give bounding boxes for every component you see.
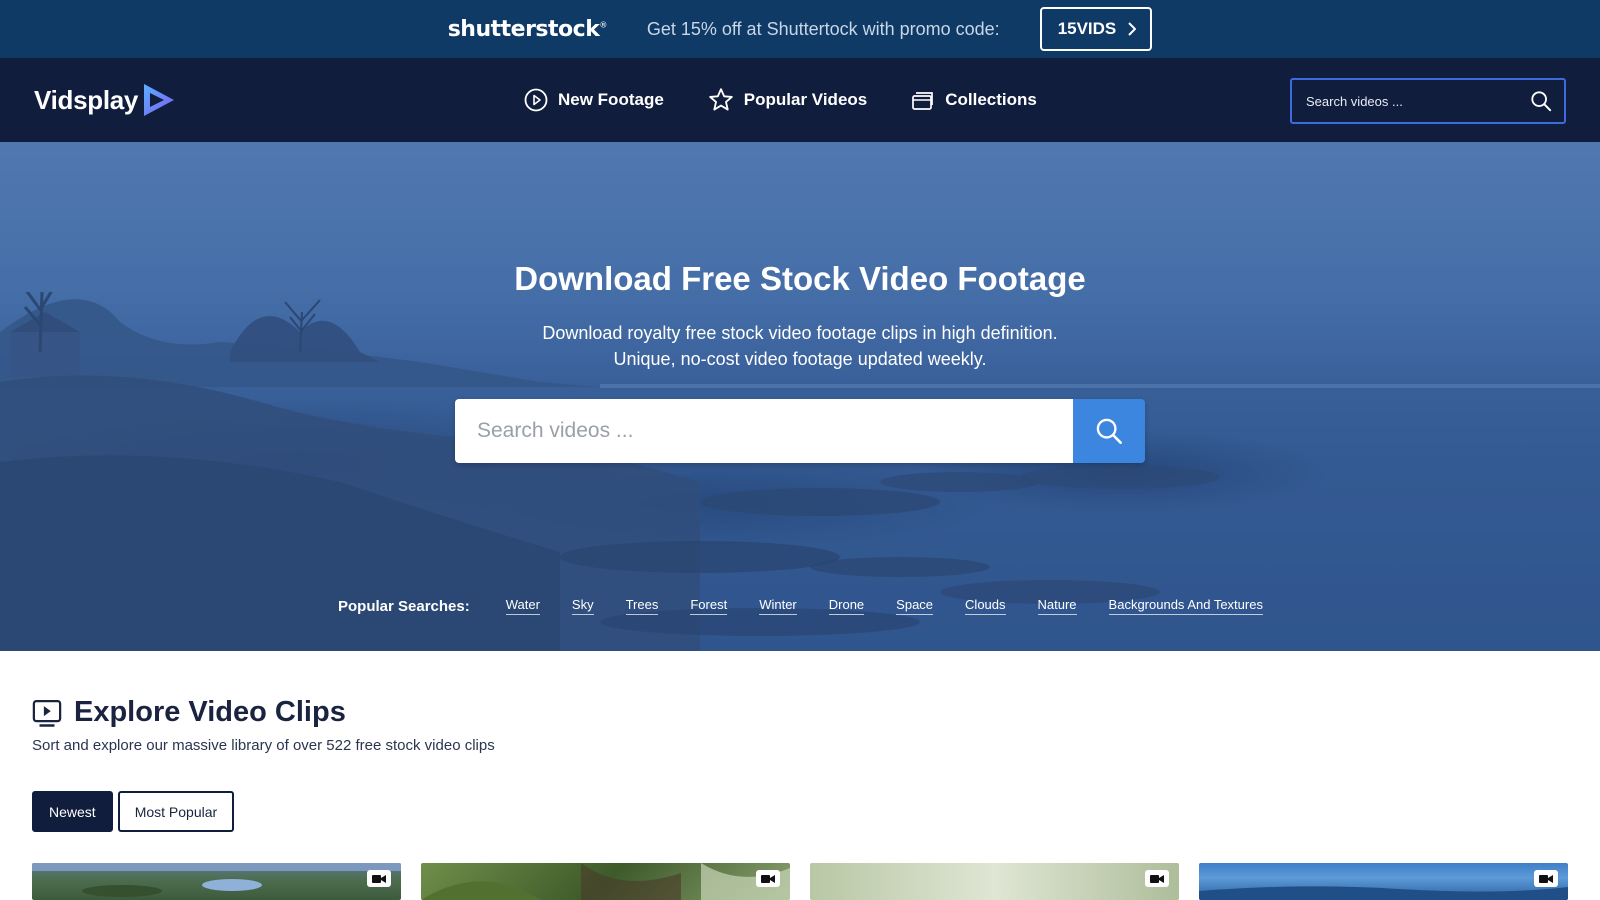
tag-nature[interactable]: Nature <box>1037 597 1077 615</box>
video-camera-icon <box>756 870 780 887</box>
hero-search-button[interactable] <box>1073 399 1145 463</box>
thumbnail-image <box>421 863 790 900</box>
video-camera-icon <box>1534 870 1558 887</box>
popular-searches-label: Popular Searches: <box>338 597 470 615</box>
sort-newest-button[interactable]: Newest <box>32 791 113 832</box>
chevron-right-icon <box>1128 22 1137 36</box>
thumbnail-image <box>1199 886 1568 900</box>
tag-space[interactable]: Space <box>896 597 934 615</box>
tag-drone[interactable]: Drone <box>828 597 865 615</box>
hero-search-box <box>455 399 1145 463</box>
tag-trees[interactable]: Trees <box>625 597 659 615</box>
video-grid <box>32 863 1568 900</box>
nav-popular-videos[interactable]: Popular Videos <box>708 87 867 113</box>
tag-water[interactable]: Water <box>505 597 540 615</box>
nav-search-input[interactable] <box>1306 93 1530 109</box>
video-player-icon <box>32 699 62 727</box>
tag-forest[interactable]: Forest <box>690 597 728 615</box>
video-thumbnail[interactable] <box>421 863 790 900</box>
sort-most-popular-button[interactable]: Most Popular <box>117 791 235 832</box>
explore-section: Explore Video Clips Sort and explore our… <box>32 696 1572 754</box>
thumbnail-image <box>32 863 401 897</box>
brand-name: Vidsplay <box>34 84 139 115</box>
main-navbar: Vidsplay New Footage Popular Videos Coll… <box>0 58 1600 142</box>
hero-subtitle-line-2: Unique, no-cost video footage updated we… <box>613 349 987 369</box>
nav-popular-videos-label: Popular Videos <box>743 90 868 109</box>
nav-collections-label: Collections <box>945 90 1037 109</box>
video-thumbnail[interactable] <box>32 863 401 900</box>
video-thumbnail[interactable] <box>810 863 1179 900</box>
play-logo-icon <box>144 84 175 116</box>
tag-backgrounds-and-textures[interactable]: Backgrounds And Textures <box>1108 597 1263 615</box>
promo-code-button[interactable]: 15VIDS <box>1039 7 1153 51</box>
hero-title: Download Free Stock Video Footage <box>514 260 1086 297</box>
hero-search-input[interactable] <box>455 399 1073 463</box>
play-circle-icon <box>524 88 548 112</box>
nav-search-box <box>1290 78 1566 124</box>
promo-banner: shutterstock® Get 15% off at Shuttertock… <box>0 0 1600 58</box>
video-camera-icon <box>367 870 391 887</box>
video-camera-icon <box>1145 870 1169 887</box>
hero-subtitle: Download royalty free stock video footag… <box>0 320 1600 372</box>
explore-subtitle: Sort and explore our massive library of … <box>32 737 495 754</box>
nav-collections[interactable]: Collections <box>911 88 1037 112</box>
shutterstock-logo[interactable]: shutterstock® <box>448 17 608 42</box>
hero-overlay <box>0 142 1600 651</box>
sort-toggle: Newest Most Popular <box>32 791 235 832</box>
nav-links: New Footage Popular Videos Collections <box>524 58 1037 142</box>
video-thumbnail[interactable] <box>1199 863 1568 900</box>
nav-new-footage-label: New Footage <box>558 90 664 109</box>
tag-winter[interactable]: Winter <box>759 597 797 615</box>
search-icon[interactable] <box>1530 90 1552 112</box>
nav-new-footage[interactable]: New Footage <box>524 88 664 112</box>
promo-code-label: 15VIDS <box>1057 19 1117 38</box>
hero-subtitle-line-1: Download royalty free stock video footag… <box>542 323 1058 343</box>
search-icon <box>1096 418 1122 444</box>
tag-clouds[interactable]: Clouds <box>965 597 1006 615</box>
promo-text: Get 15% off at Shuttertock with promo co… <box>646 18 1000 39</box>
popular-searches: Popular Searches: Water Sky Trees Forest… <box>338 597 1295 615</box>
explore-header: Explore Video Clips <box>32 696 1572 729</box>
star-icon <box>709 88 733 111</box>
collections-icon <box>912 92 934 110</box>
tag-sky[interactable]: Sky <box>571 597 594 615</box>
vidsplay-logo[interactable]: Vidsplay <box>34 82 176 118</box>
explore-title: Explore Video Clips <box>74 696 346 728</box>
hero-section: Download Free Stock Video Footage Downlo… <box>0 142 1600 651</box>
